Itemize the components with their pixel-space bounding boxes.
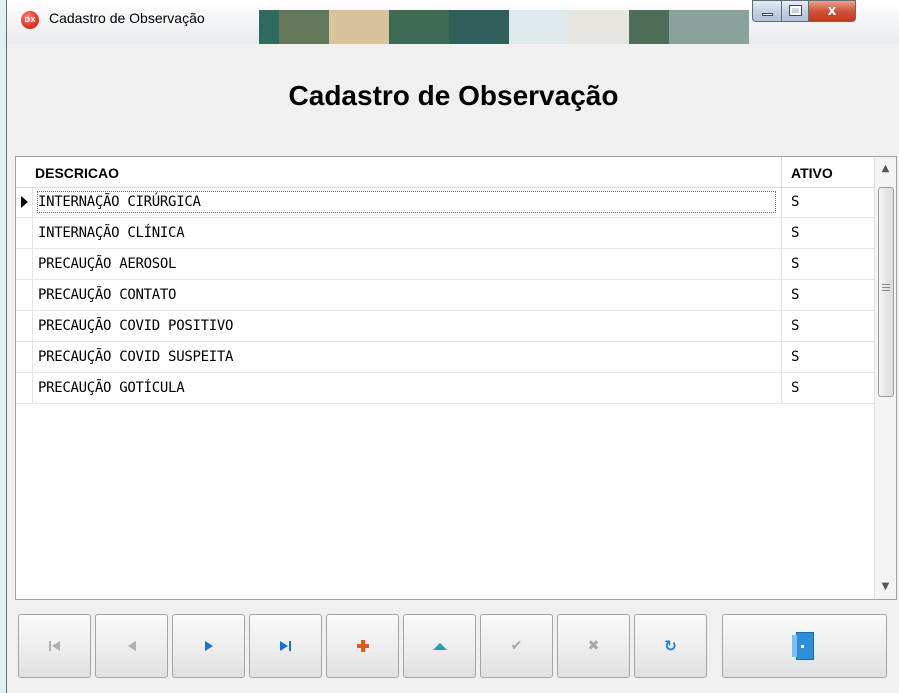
grid-rows: INTERNAÇÃO CIRÚRGICA S INTERNAÇÃO CLÍNIC… [16,187,874,404]
table-row[interactable]: PRECAUÇÃO COVID SUSPEITA S [16,342,874,373]
maximize-button[interactable] [781,0,809,22]
last-record-icon [250,615,321,677]
row-indicator[interactable] [16,280,33,310]
check-icon: ✔ [510,638,523,654]
plus-icon [327,615,398,677]
current-row-arrow-icon [21,196,28,208]
scroll-down-arrow-icon[interactable]: ▼ [875,579,896,595]
table-row[interactable]: INTERNAÇÃO CLÍNICA S [16,218,874,249]
form-header: Cadastro de Observação [7,44,899,156]
scroll-up-arrow-icon[interactable]: ▲ [875,161,896,177]
table-row[interactable]: PRECAUÇÃO AEROSOL S [16,249,874,280]
x-icon: ✖ [587,638,600,654]
close-icon: x [827,3,837,19]
table-row[interactable]: INTERNAÇÃO CIRÚRGICA S [16,187,874,218]
prior-record-button[interactable] [95,614,168,678]
row-indicator[interactable] [16,218,33,248]
cell-ativo[interactable]: S [791,194,799,210]
close-button[interactable]: x [808,0,856,22]
minimize-icon [762,13,773,16]
refresh-icon: ↻ [664,637,677,655]
next-record-icon [173,615,244,677]
cell-descricao[interactable]: PRECAUÇÃO COVID POSITIVO [38,318,233,334]
cell-descricao[interactable]: PRECAUÇÃO GOTÍCULA [38,380,185,396]
prior-record-icon [96,615,167,677]
cell-ativo[interactable]: S [791,256,799,272]
table-row[interactable]: PRECAUÇÃO GOTÍCULA S [16,373,874,404]
cell-descricao[interactable]: PRECAUÇÃO CONTATO [38,287,177,303]
cell-ativo[interactable]: S [791,318,799,334]
door-exit-icon [723,615,886,677]
record-navigator: ✔ ✖ ↻ [7,600,899,693]
app-logo-icon: DX [21,11,39,29]
vertical-scrollbar[interactable]: ▲ ▼ [874,157,896,599]
table-row[interactable]: PRECAUÇÃO COVID POSITIVO S [16,311,874,342]
minimize-button[interactable] [752,0,782,22]
column-header-descricao[interactable]: DESCRICAO [35,165,119,181]
cell-descricao[interactable]: INTERNAÇÃO CIRÚRGICA [38,194,201,210]
edit-record-button[interactable] [403,614,476,678]
observations-grid[interactable]: DESCRICAO ATIVO INTERNAÇÃO CIRÚRGICA S I… [15,156,897,600]
row-indicator[interactable] [16,187,33,217]
app-window: DX Cadastro de Observação x Cadastro de … [6,0,899,693]
cell-ativo[interactable]: S [791,349,799,365]
cell-ativo[interactable]: S [791,287,799,303]
first-record-button[interactable] [18,614,91,678]
last-record-button[interactable] [249,614,322,678]
grid-header: DESCRICAO ATIVO [16,157,874,188]
title-bar[interactable]: DX Cadastro de Observação x [7,0,899,45]
row-indicator[interactable] [16,249,33,279]
column-header-ativo[interactable]: ATIVO [791,165,833,181]
grip-icon [882,284,890,292]
window-title: Cadastro de Observação [49,10,205,26]
exit-button[interactable] [722,614,887,678]
row-indicator[interactable] [16,373,33,403]
next-record-button[interactable] [172,614,245,678]
cell-descricao[interactable]: PRECAUÇÃO COVID SUSPEITA [38,349,233,365]
cell-ativo[interactable]: S [791,225,799,241]
insert-record-button[interactable] [326,614,399,678]
scrollbar-thumb[interactable] [878,187,894,397]
cell-ativo[interactable]: S [791,380,799,396]
row-indicator[interactable] [16,311,33,341]
edit-triangle-icon [404,615,475,677]
post-record-button[interactable]: ✔ [480,614,553,678]
cell-descricao[interactable]: PRECAUÇÃO AEROSOL [38,256,177,272]
refresh-button[interactable]: ↻ [634,614,707,678]
table-row[interactable]: PRECAUÇÃO CONTATO S [16,280,874,311]
row-indicator[interactable] [16,342,33,372]
cell-descricao[interactable]: INTERNAÇÃO CLÍNICA [38,225,185,241]
page-title: Cadastro de Observação [288,80,619,111]
first-record-icon [19,615,90,677]
cancel-record-button[interactable]: ✖ [557,614,630,678]
maximize-icon [789,5,802,16]
